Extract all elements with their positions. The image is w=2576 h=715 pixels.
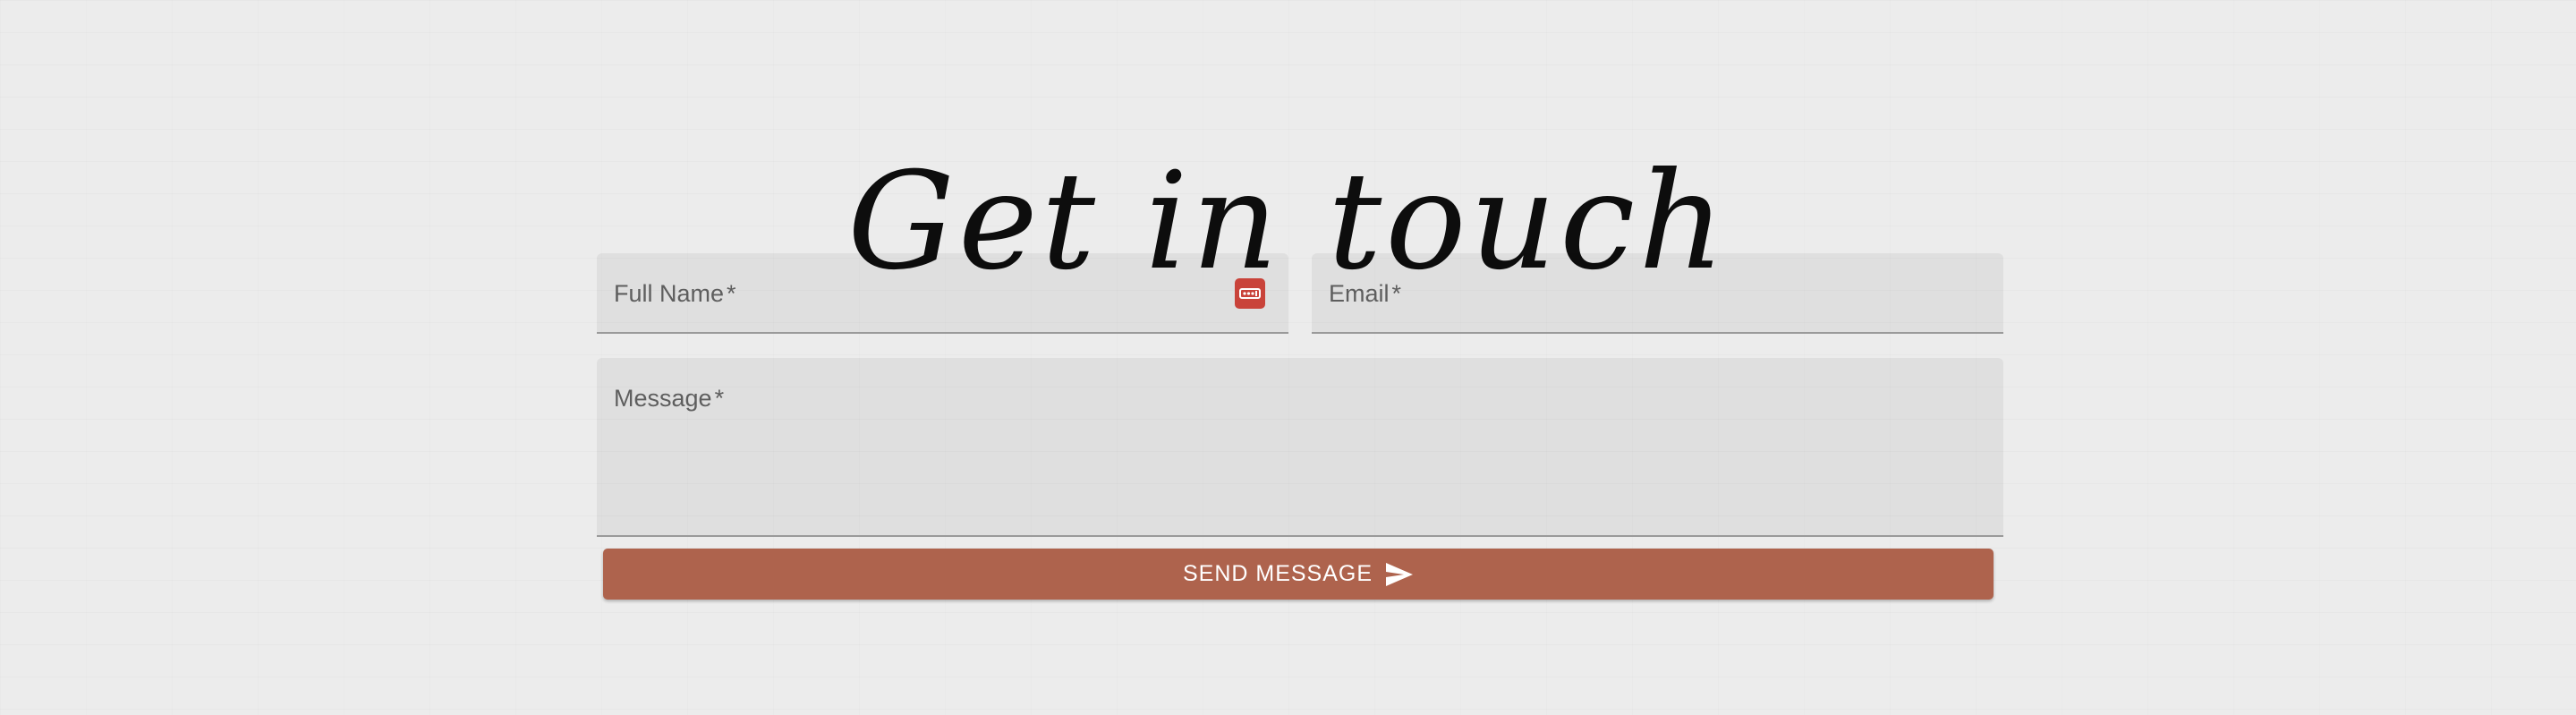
full-name-label: Full Name *	[614, 280, 736, 307]
send-message-label: SEND MESSAGE	[1182, 561, 1373, 586]
send-icon	[1385, 562, 1414, 587]
full-name-field[interactable]: Full Name *	[597, 253, 1288, 334]
password-manager-icon[interactable]	[1235, 278, 1265, 309]
send-message-button[interactable]: SEND MESSAGE	[603, 549, 1994, 600]
email-label: Email *	[1329, 280, 1402, 307]
message-textarea[interactable]: Message *	[597, 358, 2003, 537]
email-field[interactable]: Email *	[1312, 253, 2003, 334]
message-label: Message *	[614, 385, 725, 412]
